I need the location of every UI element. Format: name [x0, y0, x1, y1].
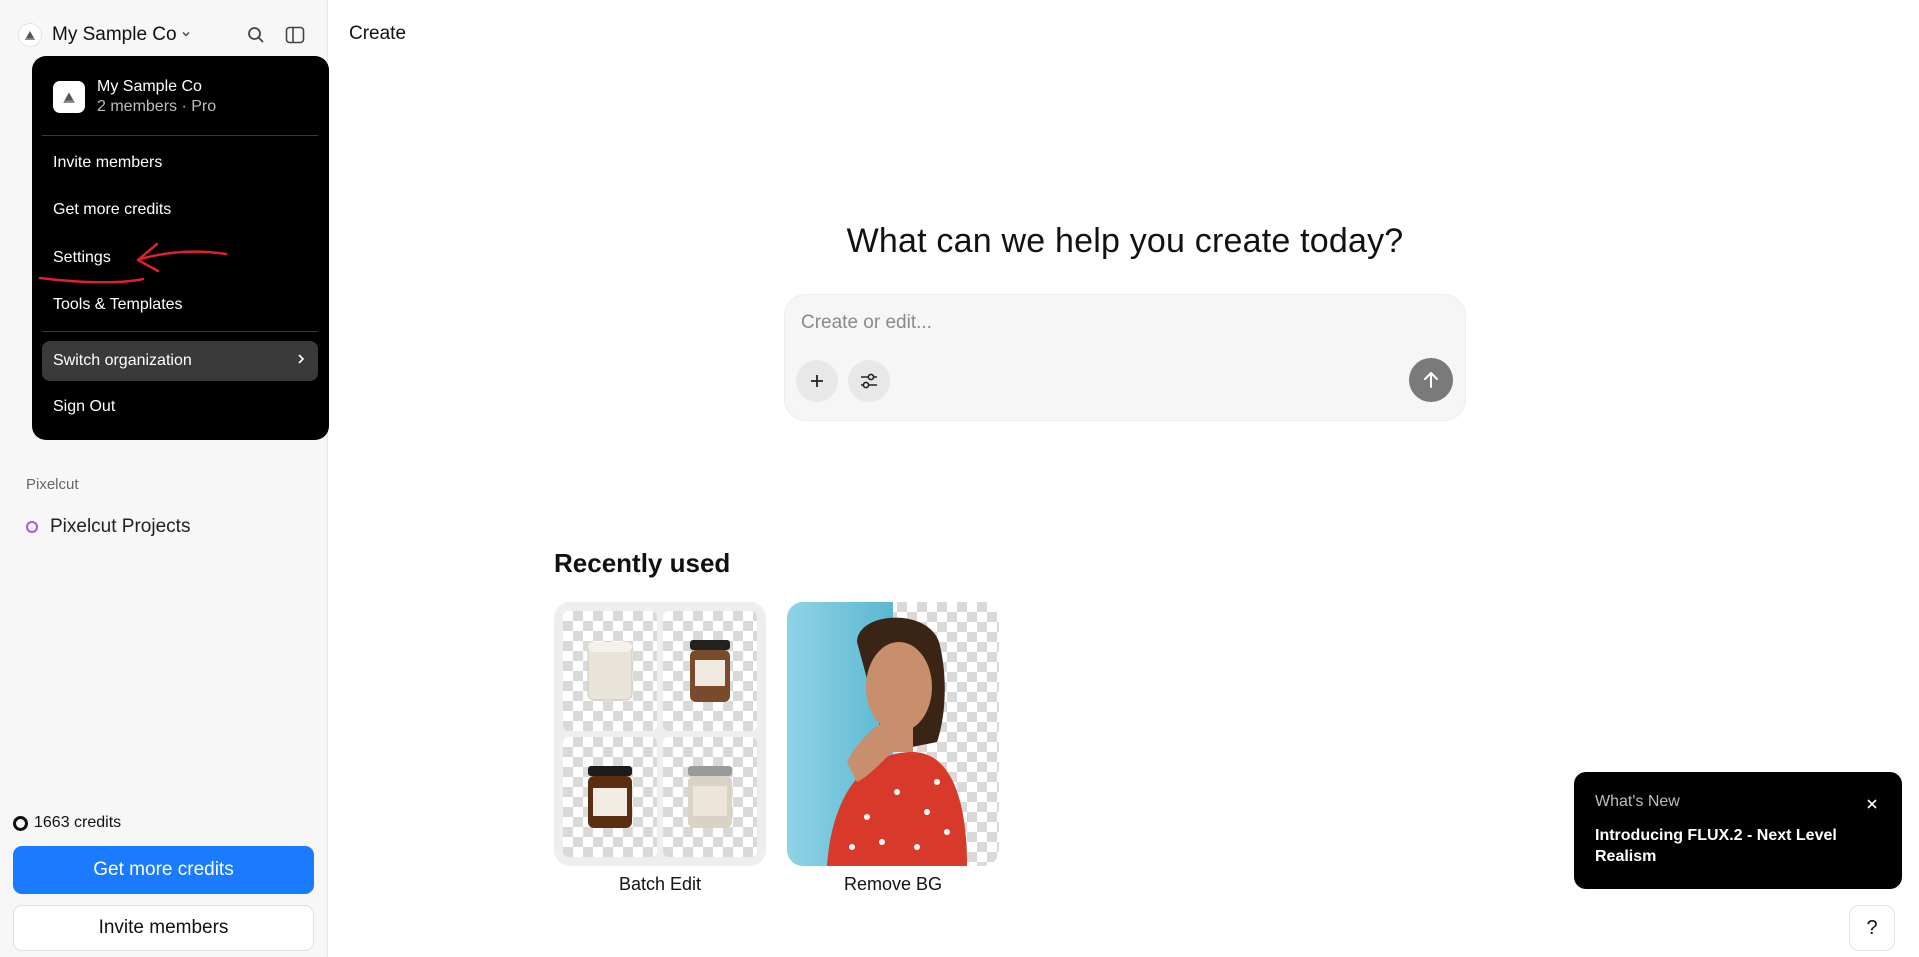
- search-icon[interactable]: [243, 22, 269, 48]
- candle-thumbnail: [563, 737, 657, 857]
- plus-icon: [811, 375, 823, 387]
- menu-item-tools-templates[interactable]: Tools & Templates: [53, 296, 183, 314]
- candle-thumbnail: [663, 611, 757, 731]
- org-dropdown-menu: My Sample Co 2 members · Pro Invite memb…: [32, 56, 329, 440]
- close-icon[interactable]: [1864, 796, 1880, 812]
- remove-bg-card[interactable]: [787, 602, 999, 866]
- batch-edit-card[interactable]: [554, 602, 766, 866]
- candle-thumbnail: [663, 737, 757, 857]
- sliders-icon: [861, 373, 877, 389]
- toast-title: What's New: [1595, 793, 1680, 810]
- menu-item-label: Switch organization: [53, 352, 192, 369]
- page-title: Create: [349, 23, 407, 44]
- prompt-input[interactable]: [801, 309, 1401, 337]
- prompt-composer: [784, 294, 1466, 421]
- credits-indicator: 1663 credits: [13, 814, 121, 832]
- menu-item-sign-out[interactable]: Sign Out: [53, 398, 115, 416]
- arrow-up-icon: [1424, 372, 1438, 388]
- whats-new-toast: What's New Introducing FLUX.2 - Next Lev…: [1574, 772, 1902, 889]
- sidebar-item-label: Pixelcut Projects: [50, 516, 191, 537]
- menu-item-switch-organization[interactable]: Switch organization: [42, 341, 318, 381]
- menu-org-header: My Sample Co 2 members · Pro: [53, 78, 216, 116]
- remove-bg-label: Remove BG: [843, 874, 943, 894]
- help-button[interactable]: ?: [1849, 905, 1895, 951]
- woman-portrait-image: [787, 602, 967, 866]
- menu-divider: [42, 135, 318, 136]
- section-label-pixelcut: Pixelcut: [26, 476, 79, 493]
- get-more-credits-button[interactable]: Get more credits: [13, 846, 314, 894]
- menu-item-invite-members[interactable]: Invite members: [53, 154, 162, 172]
- menu-item-get-more-credits[interactable]: Get more credits: [53, 201, 171, 219]
- menu-item-settings[interactable]: Settings: [53, 249, 111, 267]
- toast-body[interactable]: Introducing FLUX.2 - Next Level Realism: [1595, 825, 1865, 867]
- project-circle-icon: [26, 521, 38, 533]
- menu-org-name: My Sample Co: [97, 78, 202, 95]
- send-button[interactable]: [1409, 358, 1453, 402]
- add-attachment-button[interactable]: [796, 360, 838, 402]
- org-logo-icon: [53, 81, 85, 113]
- org-name: My Sample Co: [52, 24, 177, 45]
- invite-members-button[interactable]: Invite members: [13, 905, 314, 951]
- sidebar-item-pixelcut-projects[interactable]: Pixelcut Projects: [26, 516, 190, 538]
- menu-divider: [42, 331, 318, 332]
- chevron-down-icon: [181, 29, 191, 42]
- credits-ring-icon: [13, 815, 28, 831]
- candle-thumbnail: [563, 611, 657, 731]
- chevron-right-icon: [296, 352, 306, 370]
- recently-used-heading: Recently used: [554, 548, 731, 578]
- batch-edit-label: Batch Edit: [618, 874, 702, 894]
- org-switcher[interactable]: My Sample Co: [18, 20, 191, 50]
- hero-heading: What can we help you create today?: [846, 222, 1404, 260]
- org-logo-icon: [18, 23, 42, 47]
- menu-org-subtitle: 2 members · Pro: [97, 98, 217, 115]
- sidebar-toggle-icon[interactable]: [282, 22, 308, 48]
- credits-count: 1663 credits: [34, 814, 122, 831]
- settings-sliders-button[interactable]: [848, 360, 890, 402]
